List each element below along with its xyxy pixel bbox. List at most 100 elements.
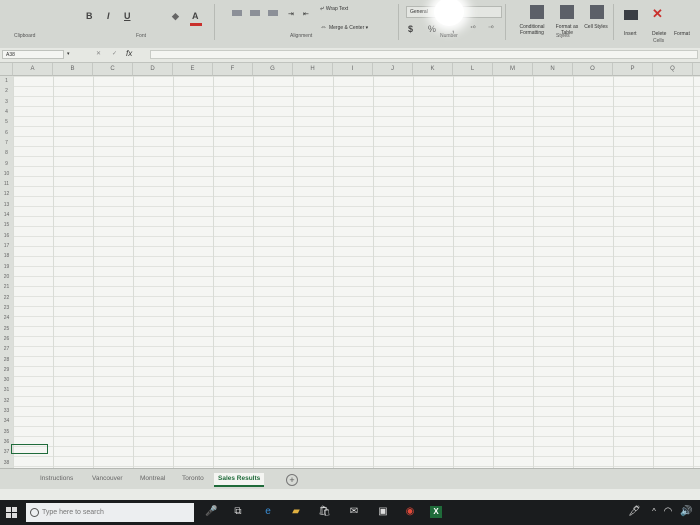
volume-icon[interactable]: 🔊 [680, 506, 692, 518]
tab-sales-results[interactable]: Sales Results [214, 473, 265, 487]
row-header[interactable]: 26 [0, 333, 14, 345]
chrome-icon[interactable]: ◉ [404, 506, 416, 518]
store-icon[interactable]: 🛍 [318, 506, 331, 518]
currency-format-button[interactable]: $ [408, 24, 413, 34]
tray-chevron-icon[interactable]: ^ [648, 506, 660, 518]
tab-vancouver[interactable]: Vancouver [92, 473, 123, 485]
row-header[interactable]: 12 [0, 189, 14, 200]
wrap-text-button[interactable]: ⤶ Wrap Text [320, 5, 348, 13]
row-header[interactable]: 3 [0, 96, 14, 107]
row-header[interactable]: 13 [0, 199, 14, 211]
bold-button[interactable]: B [86, 11, 93, 21]
column-header[interactable]: M [493, 63, 533, 76]
row-header[interactable]: 24 [0, 313, 14, 324]
taskbar-search-input[interactable]: Type here to search [26, 503, 194, 522]
column-header[interactable]: H [293, 63, 333, 76]
outdent-icon[interactable]: ⇤ [303, 10, 309, 18]
tab-instructions[interactable]: Instructions [40, 473, 73, 485]
italic-button[interactable]: I [107, 11, 110, 21]
tab-montreal[interactable]: Montreal [140, 473, 165, 485]
insert-function-button[interactable]: fx [126, 49, 132, 58]
column-header[interactable]: B [53, 63, 93, 76]
align-center-icon[interactable] [250, 10, 260, 16]
delete-button[interactable]: Delete [652, 31, 666, 37]
wifi-icon[interactable]: ◠ [662, 506, 674, 518]
row-header[interactable]: 15 [0, 220, 14, 231]
row-header[interactable]: 33 [0, 406, 14, 417]
column-header[interactable]: G [253, 63, 293, 76]
row-header[interactable]: 27 [0, 344, 14, 355]
add-sheet-button[interactable]: + [286, 474, 298, 486]
column-header[interactable]: L [453, 63, 493, 76]
column-header[interactable]: E [173, 63, 213, 76]
row-header[interactable]: 18 [0, 251, 14, 262]
column-header[interactable]: D [133, 63, 173, 76]
underline-button[interactable]: U [124, 11, 131, 21]
row-header[interactable]: 29 [0, 364, 14, 376]
conditional-formatting-button[interactable]: Conditional Formatting [514, 24, 550, 36]
column-header[interactable]: F [213, 63, 253, 76]
row-header[interactable]: 35 [0, 426, 14, 438]
microphone-icon[interactable]: 🎤 [205, 506, 217, 518]
align-left-icon[interactable] [232, 10, 242, 16]
people-icon[interactable]: 🖋 [628, 506, 641, 518]
edge-browser-icon[interactable]: e [262, 506, 274, 518]
photos-icon[interactable]: ▣ [377, 506, 389, 518]
row-header[interactable]: 17 [0, 241, 14, 252]
task-view-icon[interactable]: ⧉ [232, 506, 244, 518]
row-header[interactable]: 30 [0, 375, 14, 386]
row-header[interactable]: 5 [0, 117, 14, 128]
excel-taskbar-icon[interactable]: X [430, 506, 442, 518]
row-header[interactable]: 11 [0, 179, 14, 190]
row-header[interactable]: 20 [0, 272, 14, 283]
fill-color-icon[interactable]: ◆ [172, 11, 179, 22]
row-header[interactable]: 2 [0, 86, 14, 97]
row-header[interactable]: 31 [0, 385, 14, 396]
column-header[interactable]: O [573, 63, 613, 76]
column-header[interactable]: Q [653, 63, 693, 76]
row-header[interactable]: 9 [0, 158, 14, 169]
cell-styles-button[interactable]: Cell Styles [584, 24, 608, 30]
mail-icon[interactable]: ✉ [348, 506, 360, 518]
chevron-down-icon[interactable]: ▾ [67, 51, 70, 57]
row-header[interactable]: 10 [0, 168, 14, 180]
align-right-icon[interactable] [268, 10, 278, 16]
row-header[interactable]: 28 [0, 354, 14, 365]
column-header[interactable]: A [13, 63, 53, 76]
row-header[interactable]: 25 [0, 323, 14, 334]
row-header[interactable]: 34 [0, 416, 14, 427]
row-header[interactable]: 23 [0, 302, 14, 314]
row-header[interactable]: 8 [0, 148, 14, 159]
name-box[interactable]: A38 [2, 50, 64, 59]
row-header[interactable]: 14 [0, 210, 14, 221]
column-header[interactable]: I [333, 63, 373, 76]
row-header[interactable]: 1 [0, 76, 14, 87]
insert-button[interactable]: Insert [624, 31, 637, 37]
file-explorer-icon[interactable]: ▰ [290, 506, 302, 518]
column-header[interactable]: J [373, 63, 413, 76]
indent-icon[interactable]: ⇥ [288, 10, 294, 18]
windows-start-icon[interactable] [6, 507, 17, 518]
column-header[interactable]: R [693, 63, 700, 76]
row-header[interactable]: 4 [0, 106, 14, 118]
increase-decimal-icon[interactable]: ⁺⁰ [470, 25, 476, 32]
row-header[interactable]: 7 [0, 137, 14, 149]
row-header[interactable]: 6 [0, 127, 14, 138]
active-cell-selection[interactable] [11, 444, 48, 454]
column-header[interactable]: C [93, 63, 133, 76]
select-all-corner[interactable] [0, 63, 13, 76]
row-header[interactable]: 22 [0, 292, 14, 303]
row-header[interactable]: 19 [0, 261, 14, 272]
percent-format-button[interactable]: % [428, 24, 436, 34]
cancel-icon[interactable]: ✕ [96, 50, 101, 57]
column-header[interactable]: K [413, 63, 453, 76]
enter-icon[interactable]: ✓ [112, 50, 117, 57]
cell-area[interactable] [13, 76, 700, 468]
column-header[interactable]: P [613, 63, 653, 76]
merge-center-button[interactable]: ⇔ Merge & Center ▾ [320, 24, 368, 31]
font-color-icon[interactable]: A [192, 11, 199, 21]
format-button[interactable]: Format [674, 31, 690, 37]
row-header[interactable]: 16 [0, 230, 14, 242]
row-header[interactable]: 21 [0, 282, 14, 293]
tab-toronto[interactable]: Toronto [182, 473, 204, 485]
